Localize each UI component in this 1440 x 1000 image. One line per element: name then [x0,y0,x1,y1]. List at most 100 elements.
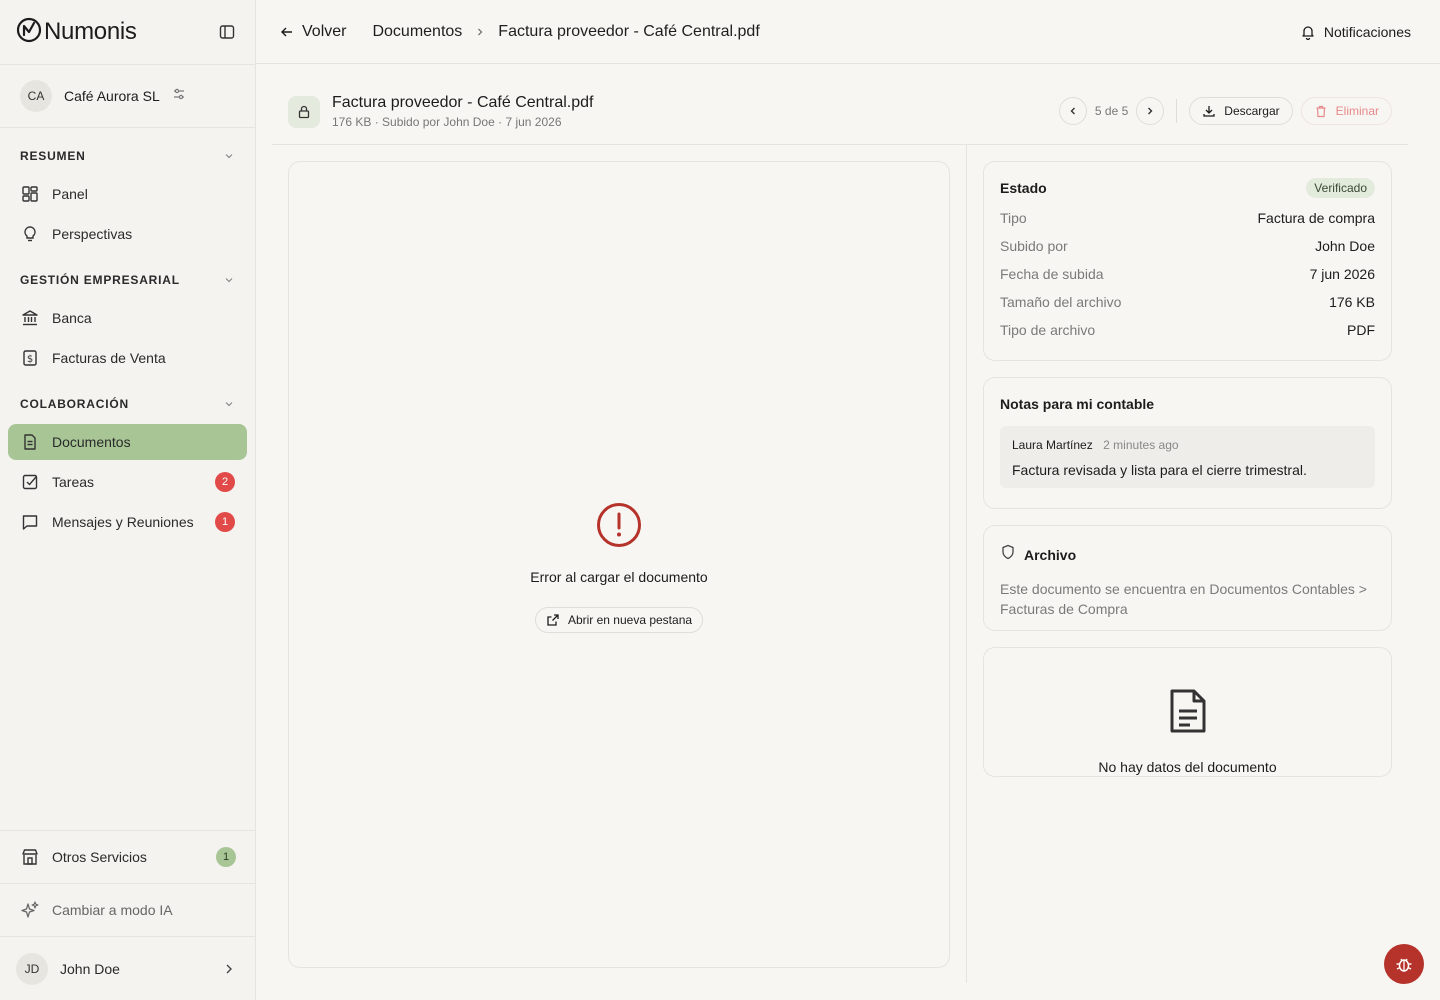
previous-document-button[interactable] [1058,97,1087,125]
breadcrumb-documentos[interactable]: Documentos [372,23,462,41]
back-button[interactable]: Volver [280,23,346,41]
chat-icon [20,512,40,532]
notes-card: Notas para mi contable Laura Martínez 2 … [983,377,1392,509]
panel-divider [966,145,967,983]
chevron-left-icon [1070,107,1075,115]
document-actions: 5 de 5 Descargar Eliminar [1058,97,1408,125]
brand-logo[interactable]: Numonis [16,17,137,48]
open-new-tab-button[interactable]: Abrir en nueva pestana [534,607,704,633]
chevron-down-icon [225,154,233,159]
dashboard-icon [20,184,40,204]
section-header-colaboracion[interactable]: COLABORACIÓN [8,388,247,420]
sidebar-item-label: Facturas de Venta [52,350,166,366]
arrow-left-icon [281,27,292,36]
delete-button[interactable]: Eliminar [1300,97,1392,125]
download-label: Descargar [1224,104,1280,118]
breadcrumb-current: Factura proveedor - Café Central.pdf [498,22,760,40]
document-viewer: Error al cargar el documento Abrir en nu… [288,161,950,968]
error-icon [596,502,642,553]
sidebar-item-mensajes[interactable]: Mensajes y Reuniones 1 [8,504,247,540]
sidebar: Numonis CA Café Aurora SL RESUMEN Panel [0,0,256,1000]
chevron-down-icon [225,402,233,407]
company-name: Café Aurora SL [64,88,160,104]
note-text: Factura revisada y lista para el cierre … [1012,462,1307,478]
sidebar-item-facturas-venta[interactable]: $ Facturas de Venta [8,340,247,376]
user-menu[interactable]: JD John Doe [0,936,256,1000]
detail-row-tipo: Tipo Factura de compra [1000,210,1375,226]
company-switcher[interactable]: CA Café Aurora SL [0,64,255,128]
store-icon [20,847,40,867]
bell-icon [1302,25,1314,40]
download-icon [1203,106,1215,117]
note-timestamp: 2 minutes ago [1103,438,1179,452]
download-button[interactable]: Descargar [1189,97,1293,125]
messages-count-badge: 1 [215,512,235,532]
back-label: Volver [302,22,347,40]
detail-value: Factura de compra [1257,210,1376,226]
note-item: Laura Martínez 2 minutes ago Factura rev… [1000,426,1375,488]
brand-name: Numonis [44,18,137,45]
document-data-card: No hay datos del documento [983,647,1392,777]
chevron-right-icon [1148,107,1153,115]
status-card-header: Estado Verificado [1000,178,1375,198]
sliders-icon[interactable] [172,87,186,106]
archive-path-text: Este documento se encuentra en Documento… [1000,581,1367,617]
archive-card-header: Archivo [1000,544,1375,565]
document-icon [20,432,40,452]
archive-card: Archivo Este documento se encuentra en D… [983,525,1392,631]
detail-value: PDF [1347,322,1375,338]
ai-mode-button[interactable]: Cambiar a modo IA [0,883,256,936]
status-card-title: Estado [1000,180,1047,196]
nav-section-colaboracion: COLABORACIÓN Documentos Tareas 2 Mensaje… [0,388,255,540]
document-title: Factura proveedor - Café Central.pdf [332,94,594,111]
section-header-gestion[interactable]: GESTIÓN EMPRESARIAL [8,264,247,296]
dollar-receipt-icon: $ [20,348,40,368]
sidebar-item-documentos[interactable]: Documentos [8,424,247,460]
services-count-badge: 1 [216,847,236,867]
sidebar-item-label: Banca [52,310,92,326]
document-title-block: Factura proveedor - Café Central.pdf 176… [332,94,593,129]
company-avatar: CA [20,80,52,112]
detail-row-tipo-archivo: Tipo de archivo PDF [1000,322,1375,338]
sidebar-item-perspectivas[interactable]: Perspectivas [8,216,247,252]
archive-card-title: Archivo [1024,546,1077,563]
notes-card-title: Notas para mi contable [1000,396,1155,412]
nav-section-gestion: GESTIÓN EMPRESARIAL Banca $ Facturas de … [0,264,255,376]
detail-key: Tamaño del archivo [1000,294,1122,310]
section-title: COLABORACIÓN [20,397,129,411]
other-services-button[interactable]: Otros Servicios 1 [0,830,256,883]
checkbox-icon [20,472,40,492]
chevron-down-icon [225,278,233,283]
sparkles-icon [20,900,40,920]
brand-bar: Numonis [0,0,255,64]
lightbulb-icon [20,224,40,244]
file-text-icon [1168,688,1208,739]
status-details: Tipo Factura de compra Subido por John Doe… [1000,210,1375,338]
sidebar-item-tareas[interactable]: Tareas 2 [8,464,247,500]
delete-label: Eliminar [1335,104,1379,118]
chevron-right-icon [478,28,483,35]
detail-key: Fecha de subida [1000,266,1104,282]
trash-icon [1316,105,1326,118]
detail-value: John Doe [1315,238,1375,254]
lock-icon [288,96,320,128]
detail-row-fecha: Fecha de subida 7 jun 2026 [1000,266,1375,282]
toggle-sidebar-icon[interactable] [215,20,239,44]
document-pager: 5 de 5 [1094,104,1129,118]
sidebar-item-banca[interactable]: Banca [8,300,247,336]
detail-value: 7 jun 2026 [1309,266,1375,282]
section-header-resumen[interactable]: RESUMEN [8,140,247,172]
sidebar-item-label: Panel [52,186,88,202]
notifications-label: Notificaciones [1323,23,1411,40]
next-document-button[interactable] [1136,97,1165,125]
open-new-tab-label: Abrir en nueva pestana [567,613,693,627]
bug-report-button[interactable] [1384,944,1424,984]
top-bar: Volver Documentos Factura proveedor - Ca… [256,0,1440,64]
notifications-button[interactable]: Notificaciones [1300,24,1416,40]
svg-text:$: $ [27,354,33,365]
sidebar-item-panel[interactable]: Panel [8,176,247,212]
user-avatar: JD [16,952,48,985]
section-title: GESTIÓN EMPRESARIAL [20,273,180,287]
viewer-error: Error al cargar el documento Abrir en nu… [289,502,949,633]
other-services-label: Otros Servicios [52,849,147,865]
